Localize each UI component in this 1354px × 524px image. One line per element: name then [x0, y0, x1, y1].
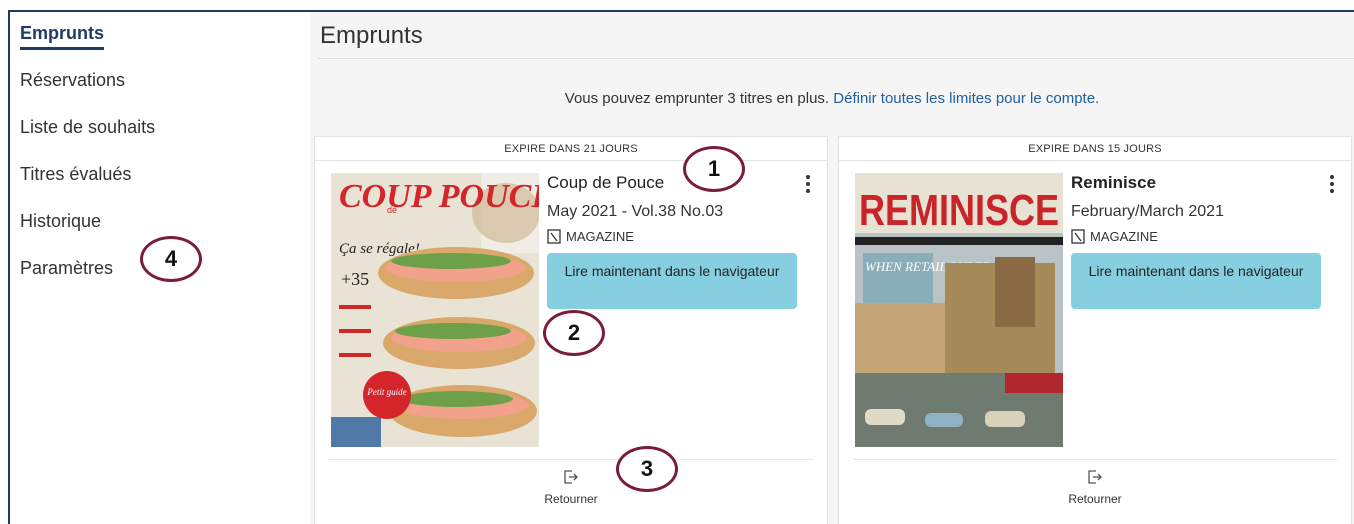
page-title: Emprunts	[320, 22, 423, 49]
title-divider	[318, 58, 1354, 59]
svg-text:de: de	[387, 205, 397, 215]
return-button[interactable]: Retourner	[839, 469, 1351, 506]
sidebar-item-emprunts[interactable]: Emprunts	[20, 22, 260, 69]
loan-card: EXPIRE DANS 15 JOURS REMINISCE WHEN RETA…	[838, 136, 1352, 524]
format-row: MAGAZINE	[547, 229, 807, 244]
expiry-label: EXPIRE DANS 15 JOURS	[839, 137, 1351, 161]
loan-limit-message: Vous pouvez emprunter 3 titres en plus. …	[310, 90, 1354, 107]
issue-label: May 2021 - Vol.38 No.03	[547, 203, 724, 220]
title-name[interactable]: Coup de Pouce	[547, 173, 807, 193]
svg-text:Petit guide: Petit guide	[366, 387, 406, 397]
issue-label: February/March 2021	[1071, 203, 1224, 220]
cover-image-reminisce[interactable]: REMINISCE WHEN RETAIL RULED	[855, 173, 1063, 447]
return-button[interactable]: Retourner	[315, 469, 827, 506]
expiry-label: EXPIRE DANS 21 JOURS	[315, 137, 827, 161]
sidebar-item-wishlist[interactable]: Liste de souhaits	[20, 116, 260, 163]
callout-4: 4	[140, 236, 202, 282]
card-divider	[329, 459, 813, 460]
format-label: MAGAZINE	[1090, 229, 1158, 244]
cover-masthead-top: COUP POUCE	[339, 178, 539, 215]
callout-3: 3	[616, 446, 678, 492]
sidebar-item-history[interactable]: Historique	[20, 210, 260, 257]
set-limits-link[interactable]: Définir toutes les limites pour le compt…	[833, 90, 1099, 107]
cover-image-coup-de-pouce[interactable]: COUP POUCE de Ça se régale! +35 Petit gu…	[331, 173, 539, 447]
more-options-icon[interactable]	[1327, 173, 1337, 197]
return-icon	[564, 470, 578, 484]
sidebar-item-label: Historique	[20, 211, 102, 231]
sidebar-item-reservations[interactable]: Réservations	[20, 69, 260, 116]
read-in-browser-button[interactable]: Lire maintenant dans le navigateur	[547, 253, 797, 309]
callout-1: 1	[683, 146, 745, 192]
loan-limit-text: Vous pouvez emprunter 3 titres en plus.	[564, 90, 830, 107]
return-icon	[1088, 470, 1102, 484]
cover-masthead: REMINISCE	[859, 186, 1059, 235]
sidebar-item-rated-titles[interactable]: Titres évalués	[20, 163, 260, 210]
title-info: Reminisce February/March 2021 MAGAZINE L…	[1071, 173, 1331, 309]
sidebar-item-label: Titres évalués	[20, 164, 132, 184]
sidebar-item-label: Paramètres	[20, 258, 114, 278]
return-label: Retourner	[544, 492, 598, 506]
more-options-icon[interactable]	[803, 173, 813, 197]
sidebar-item-label: Réservations	[20, 70, 126, 90]
title-info: Coup de Pouce May 2021 - Vol.38 No.03 MA…	[547, 173, 807, 309]
magazine-icon	[1071, 229, 1085, 244]
title-name[interactable]: Reminisce	[1071, 173, 1331, 193]
read-in-browser-button[interactable]: Lire maintenant dans le navigateur	[1071, 253, 1321, 309]
sidebar-item-label: Liste de souhaits	[20, 117, 156, 137]
format-row: MAGAZINE	[1071, 229, 1331, 244]
return-label: Retourner	[1068, 492, 1122, 506]
svg-text:+35: +35	[341, 269, 369, 289]
magazine-icon	[547, 229, 561, 244]
sidebar-item-label: Emprunts	[20, 22, 105, 50]
format-label: MAGAZINE	[566, 229, 634, 244]
callout-2: 2	[543, 310, 605, 356]
card-divider	[853, 459, 1337, 460]
loans-main: Emprunts Vous pouvez emprunter 3 titres …	[310, 12, 1354, 524]
